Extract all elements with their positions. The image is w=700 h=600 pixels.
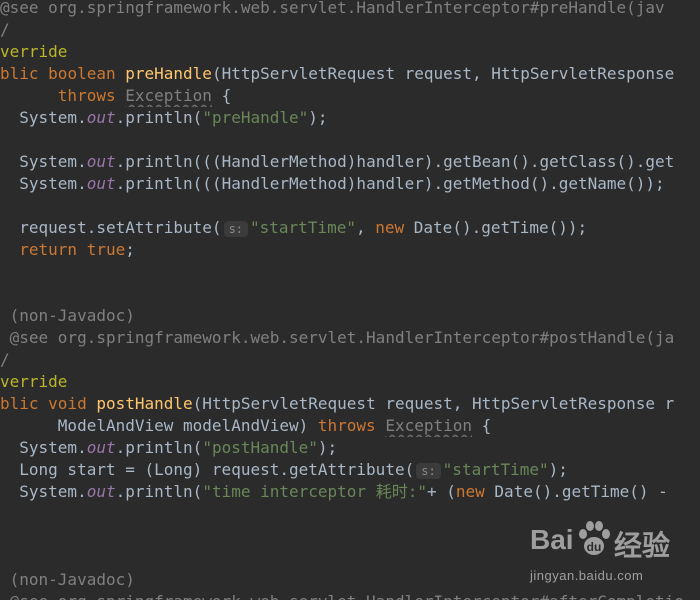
code-line[interactable]: System.out.println(((HandlerMethod)handl… [0,173,700,195]
code-line[interactable] [0,129,700,151]
code-token: { [472,416,492,435]
svg-text:du: du [587,540,602,554]
code-token: boolean [48,64,126,83]
code-token: (non-Javadoc) [0,570,135,589]
code-token: "startTime" [442,460,549,479]
code-token: System. [0,152,87,171]
code-token: out [86,482,116,501]
code-line[interactable] [0,283,700,305]
code-line[interactable]: / [0,19,700,41]
code-token: out [86,152,116,171]
code-token: out [86,438,116,457]
code-line[interactable]: System.out.println("postHandle"); [0,437,700,459]
code-token: throws [317,416,386,435]
code-token: Long start = (Long) request.getAttribute… [0,460,415,479]
code-token: verride [0,42,68,61]
code-line[interactable]: @see org.springframework.web.servlet.Han… [0,591,700,600]
code-token: out [86,174,116,193]
code-token: postHandle [96,394,193,413]
code-token: ; [125,240,135,259]
code-token: { [211,86,232,105]
code-line[interactable]: @see org.springframework.web.servlet.Han… [0,0,700,19]
code-line[interactable]: verride [0,41,700,63]
code-token: out [86,108,116,127]
code-editor[interactable]: @see org.springframework.web.servlet.Han… [0,0,700,600]
code-token: , [355,218,376,237]
code-line[interactable] [0,195,700,217]
code-token: @see org.springframework.web.servlet.Han… [0,328,675,347]
code-line[interactable]: blic boolean preHandle(HttpServletReques… [0,63,700,85]
code-token: + ( [426,482,456,501]
code-token: .println( [115,108,203,127]
code-line[interactable]: verride [0,371,700,393]
code-token: "postHandle" [202,438,318,457]
code-token: System. [0,438,87,457]
code-token: Date().getTime()); [413,218,588,237]
code-line[interactable]: ModelAndView modelAndView) throws Except… [0,415,700,437]
code-token: (HttpServletRequest request, HttpServlet… [192,394,675,413]
code-line[interactable]: Long start = (Long) request.getAttribute… [0,459,700,481]
code-line[interactable]: throws Exception { [0,85,700,107]
code-token: blic [0,64,49,83]
baidu-jingyan-logo: Bai du 经验 [530,518,690,566]
code-token: (non-Javadoc) [0,306,135,325]
code-token: verride [0,372,68,391]
code-token: ModelAndView modelAndView) [0,416,318,435]
code-token: Exception [125,86,212,105]
code-token: new [455,482,495,501]
code-token: System. [0,108,87,127]
code-token: "preHandle" [202,108,309,127]
watermark-brand-tail: 经验 [614,530,671,561]
code-line[interactable]: blic void postHandle(HttpServletRequest … [0,393,700,415]
code-token: .println(((HandlerMethod)handler).getMet… [115,174,665,193]
code-line[interactable]: request.setAttribute(s: "startTime", new … [0,217,700,239]
code-token: System. [0,482,87,501]
watermark: Bai du 经验 jingyan.baidu.com [530,518,690,588]
code-token: .println( [115,482,203,501]
code-token: ); [308,108,328,127]
code-token: blic [0,394,49,413]
code-token: void [48,394,97,413]
code-token: / [0,20,10,39]
code-token: "time interceptor 耗时:" [202,482,427,501]
code-line[interactable]: System.out.println("preHandle"); [0,107,700,129]
code-token: System. [0,174,87,193]
code-token: Exception [385,416,473,435]
code-token: (HttpServletRequest request, HttpServlet… [211,64,675,83]
code-token: @see org.springframework.web.servlet.Han… [0,592,684,600]
code-line[interactable]: @see org.springframework.web.servlet.Han… [0,327,700,349]
code-line[interactable]: / [0,349,700,371]
code-token: new [375,218,414,237]
code-token: @see org.springframework.web.servlet.Han… [0,0,665,17]
code-token: .println(((HandlerMethod)handler).getBea… [115,152,675,171]
code-token: return true [19,240,126,259]
code-token: ); [548,460,568,479]
paw-icon: du [579,521,610,555]
code-token: Date().getTime() - [494,482,668,501]
code-token: preHandle [125,64,212,83]
watermark-url: jingyan.baidu.com [530,568,644,583]
code-token: / [0,350,10,369]
code-line[interactable]: System.out.println(((HandlerMethod)handl… [0,151,700,173]
code-token: throws [57,86,126,105]
watermark-brand: Bai [530,524,574,555]
code-token: ); [317,438,338,457]
parameter-hint: s: [416,463,441,479]
code-line[interactable]: System.out.println("time interceptor 耗时:… [0,481,700,503]
code-token: "startTime" [250,218,356,237]
code-line[interactable]: return true; [0,239,700,261]
parameter-hint: s: [223,221,249,237]
code-token: request.setAttribute( [0,218,222,237]
code-token: .println( [115,438,203,457]
code-line[interactable]: (non-Javadoc) [0,305,700,327]
code-line[interactable] [0,261,700,283]
